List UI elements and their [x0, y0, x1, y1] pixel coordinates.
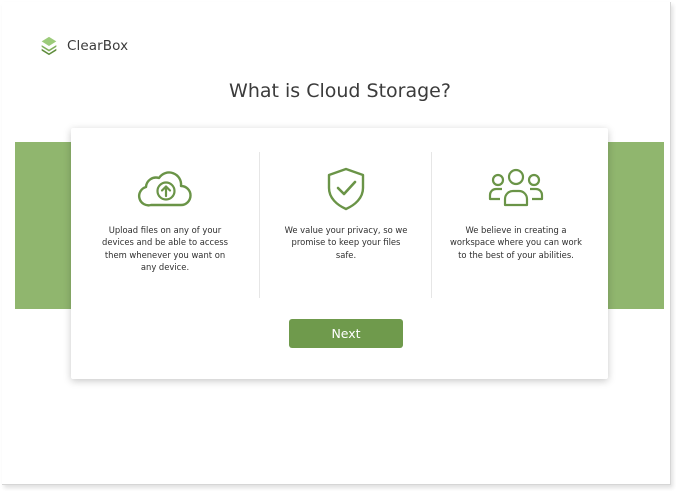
feature-text: We believe in creating a workspace where… [450, 225, 582, 260]
next-button[interactable]: Next [289, 319, 403, 348]
cloud-upload-icon [137, 171, 192, 207]
brand[interactable]: ClearBox [38, 35, 128, 57]
layered-diamond-logo-icon [41, 36, 57, 56]
info-card: Upload files on any of your devices and … [71, 128, 608, 379]
feature-text: We value your privacy, so we promise to … [284, 225, 408, 260]
feature-privacy: We value your privacy, so we promise to … [280, 128, 412, 308]
feature-upload: Upload files on any of your devices and … [93, 128, 237, 308]
brand-name: ClearBox [67, 38, 129, 54]
divider [431, 152, 432, 298]
divider [259, 152, 260, 298]
feature-workspace: We believe in creating a workspace where… [441, 128, 591, 308]
app-window: ClearBox What is Cloud Storage? Upload f… [2, 2, 671, 485]
shield-check-icon [327, 167, 365, 211]
page-title: What is Cloud Storage? [229, 80, 451, 102]
feature-text: Upload files on any of your devices and … [102, 225, 228, 273]
users-group-icon [488, 168, 544, 207]
